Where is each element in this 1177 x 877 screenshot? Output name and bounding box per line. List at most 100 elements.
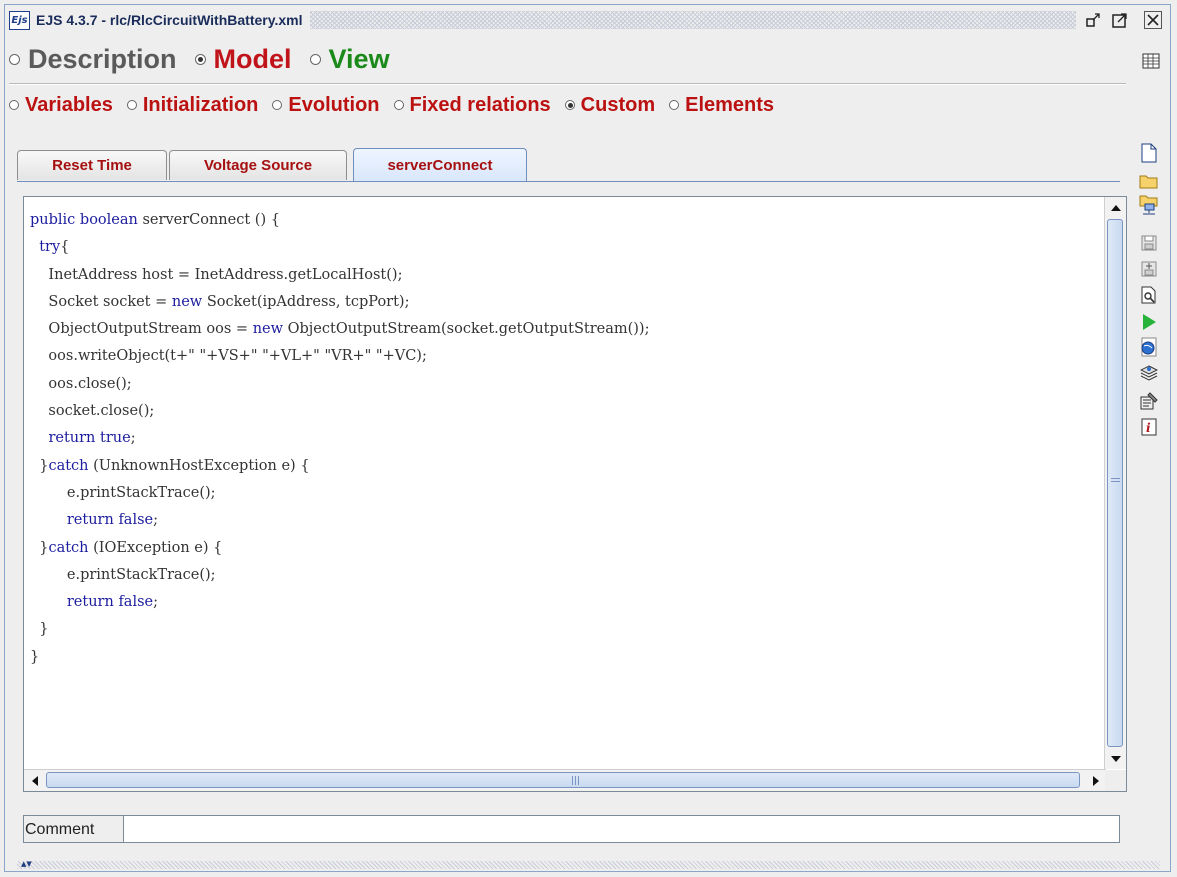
scroll-corner [1105, 770, 1126, 791]
code-line: public boolean serverConnect () { [30, 212, 280, 228]
search-button[interactable] [1137, 283, 1161, 307]
table-icon [1142, 53, 1160, 69]
title-grip [310, 11, 1076, 29]
code-line: } [30, 621, 49, 638]
ejs-window: Ejs EJS 4.3.7 - rlc/RlcCircuitWithBatter… [4, 4, 1171, 872]
arrow-left-icon [31, 775, 38, 786]
tab-underline [17, 181, 1120, 182]
code-line: socket.close(); [30, 403, 155, 420]
view-radio-view[interactable]: View [309, 43, 390, 75]
view-radio-label: Model [213, 43, 292, 74]
section-radio-elements[interactable]: Elements [669, 94, 774, 117]
run-button[interactable] [1137, 310, 1161, 334]
new-file-icon [1141, 143, 1157, 163]
code-line: e.printStackTrace(); [30, 566, 216, 583]
code-line: }catch (IOException e) { [30, 539, 223, 556]
restore-button[interactable] [1084, 10, 1104, 30]
code-text[interactable]: public boolean serverConnect () { try{ I… [30, 207, 1098, 777]
maximize-button[interactable] [1110, 10, 1130, 30]
code-line: return true; [48, 430, 136, 447]
save-button[interactable] [1137, 231, 1161, 255]
info-icon: i [1141, 418, 1157, 436]
separator-highlight [9, 84, 1126, 85]
save-as-button[interactable] [1137, 257, 1161, 281]
radio-button-icon[interactable] [194, 53, 206, 65]
radio-button-icon[interactable] [393, 100, 404, 110]
tab-reset-time[interactable]: Reset Time [17, 150, 167, 180]
app-icon: Ejs [9, 10, 30, 30]
table-view-button[interactable] [1139, 49, 1163, 73]
open-folder-icon [1139, 175, 1158, 189]
comment-input[interactable] [123, 815, 1120, 843]
code-line: return false; [66, 512, 158, 529]
close-icon [1147, 14, 1159, 26]
radio-button-icon[interactable] [126, 100, 137, 110]
code-line: ObjectOutputStream oos = new ObjectOutpu… [30, 321, 650, 338]
section-radio-custom[interactable]: Custom [564, 93, 656, 117]
web-icon [1141, 337, 1157, 357]
tab-serverconnect[interactable]: serverConnect [353, 148, 527, 181]
title-bar[interactable]: Ejs EJS 4.3.7 - rlc/RlcCircuitWithBatter… [5, 5, 1170, 35]
horizontal-scrollbar[interactable] [24, 769, 1106, 791]
code-editor[interactable]: public boolean serverConnect () { try{ I… [23, 196, 1127, 792]
view-radio-description[interactable]: Description [9, 44, 177, 75]
section-radio-evolution[interactable]: Evolution [272, 93, 380, 117]
options-button[interactable] [1137, 389, 1161, 413]
radio-button-icon[interactable] [272, 100, 283, 110]
section-radio-label: Elements [685, 93, 775, 116]
scroll-right-button[interactable] [1085, 770, 1106, 791]
svg-text:i: i [1146, 421, 1151, 435]
view-radio-label: Description [28, 43, 177, 74]
maximize-icon [1112, 13, 1127, 28]
code-line: return false; [66, 594, 158, 611]
info-button[interactable]: i [1137, 415, 1161, 439]
code-line: }catch (UnknownHostException e) { [30, 457, 310, 474]
main-view-selector: Description Model View [9, 37, 408, 81]
stack-button[interactable] [1137, 361, 1161, 385]
thumb-grip [572, 776, 579, 785]
restore-icon [1086, 13, 1100, 27]
code-line: Socket socket = new Socket(ipAddress, tc… [30, 293, 410, 310]
code-line: try{ [39, 239, 70, 256]
code-line: oos.close(); [30, 375, 132, 392]
section-radio-label: Fixed relations [409, 93, 551, 116]
new-button[interactable] [1137, 141, 1161, 165]
open-button[interactable] [1137, 169, 1161, 193]
stack-icon [1140, 365, 1158, 381]
section-radio-label: Custom [580, 93, 656, 116]
scroll-left-button[interactable] [24, 770, 45, 791]
scroll-up-button[interactable] [1105, 197, 1126, 218]
horizontal-scroll-thumb[interactable] [46, 772, 1080, 788]
run-icon [1143, 314, 1156, 330]
radio-button-icon[interactable] [9, 53, 20, 65]
arrow-up-icon [1110, 204, 1121, 211]
vertical-scroll-thumb[interactable] [1107, 219, 1123, 747]
section-radio-label: Evolution [288, 93, 380, 116]
close-button[interactable] [1144, 11, 1162, 29]
save-as-icon [1141, 261, 1157, 277]
section-radio-label: Variables [25, 93, 113, 116]
radio-button-icon[interactable] [309, 53, 321, 65]
vertical-scrollbar[interactable] [1104, 197, 1126, 769]
open-network-icon [1139, 195, 1158, 215]
scroll-down-button[interactable] [1105, 748, 1126, 769]
options-icon [1140, 392, 1158, 410]
arrow-right-icon [1092, 775, 1099, 786]
split-arrows-icon[interactable]: ▲▼ [21, 860, 32, 868]
split-pane-divider[interactable] [17, 861, 1160, 869]
section-radio-fixed-relations[interactable]: Fixed relations [393, 93, 551, 117]
open-network-button[interactable] [1137, 193, 1161, 217]
save-icon [1141, 235, 1157, 251]
radio-button-icon[interactable] [669, 100, 680, 110]
view-radio-model[interactable]: Model [194, 43, 292, 75]
section-radio-initialization[interactable]: Initialization [126, 94, 258, 117]
tab-voltage-source[interactable]: Voltage Source [169, 150, 347, 180]
view-radio-label: View [328, 43, 390, 74]
window-title: EJS 4.3.7 - rlc/RlcCircuitWithBattery.xm… [36, 12, 303, 28]
web-button[interactable] [1137, 335, 1161, 359]
radio-button-icon[interactable] [9, 100, 19, 110]
code-line: oos.writeObject(t+" "+VS+" "+VL+" "VR+" … [30, 348, 427, 365]
radio-button-icon[interactable] [564, 100, 575, 110]
search-icon [1141, 286, 1156, 304]
section-radio-variables[interactable]: Variables [9, 94, 113, 117]
